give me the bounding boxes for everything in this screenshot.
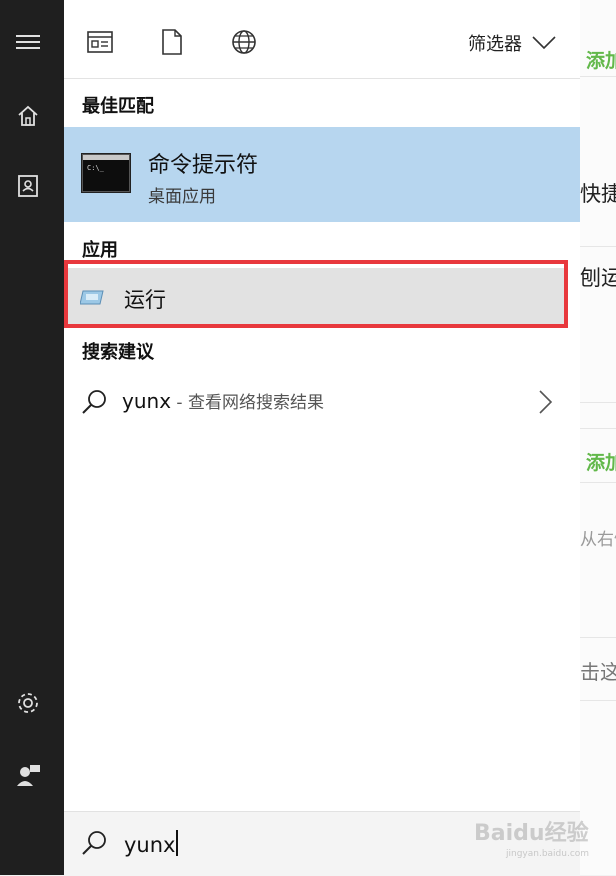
search-icon bbox=[82, 390, 106, 414]
chevron-down-icon bbox=[532, 36, 556, 50]
web-suggestion-text: yunx - 查看网络搜索结果 bbox=[122, 388, 324, 413]
suggestion-query: yunx bbox=[122, 389, 172, 413]
search-icon bbox=[82, 831, 106, 855]
home-icon[interactable] bbox=[14, 102, 42, 130]
hamburger-menu-icon[interactable] bbox=[14, 28, 42, 56]
bg-add-text-2: 添加 bbox=[586, 452, 616, 474]
app-item-run[interactable]: 运行 bbox=[64, 268, 566, 328]
bg-add-text-1: 添加 bbox=[586, 50, 616, 72]
web-icon[interactable] bbox=[230, 28, 258, 56]
chevron-right-icon[interactable] bbox=[538, 389, 554, 415]
documents-icon[interactable] bbox=[86, 28, 114, 56]
bg-text-shortcut: 快捷 bbox=[580, 182, 616, 206]
watermark-sub: jingyan.baidu.com bbox=[506, 849, 590, 859]
results-toolbar: 筛选器 bbox=[64, 0, 580, 79]
section-suggestions: 搜索建议 bbox=[82, 342, 154, 363]
file-icon[interactable] bbox=[158, 28, 186, 56]
suggestion-hint: - 查看网络搜索结果 bbox=[171, 393, 324, 413]
run-dialog-icon bbox=[80, 290, 104, 305]
text-caret bbox=[176, 830, 179, 856]
web-suggestion-item[interactable]: yunx - 查看网络搜索结果 bbox=[64, 373, 580, 431]
best-match-command-prompt[interactable]: C:\_ 命令提示符 桌面应用 bbox=[64, 127, 580, 222]
bg-text-from-right: 从右侧 bbox=[580, 530, 616, 550]
command-prompt-icon: C:\_ bbox=[82, 154, 130, 192]
filter-label: 筛选器 bbox=[468, 34, 522, 55]
best-match-title: 命令提示符 bbox=[148, 153, 259, 178]
background-page: 添加 快捷 刨运 添加 从右侧 击这 bbox=[580, 0, 616, 875]
search-results-panel: 筛选器 最佳匹配 C:\_ 命令提示符 桌面应用 应用 运行 搜索建议 yunx… bbox=[64, 0, 580, 876]
section-best-match: 最佳匹配 bbox=[82, 96, 154, 117]
feedback-user-icon[interactable] bbox=[14, 761, 42, 789]
search-input-value: yunx bbox=[124, 833, 176, 857]
best-match-subtitle: 桌面应用 bbox=[148, 187, 216, 207]
baidu-watermark: Baidu经验 jingyan.baidu.com bbox=[474, 815, 616, 865]
app-item-run-label: 运行 bbox=[124, 288, 166, 312]
bg-text-run: 刨运 bbox=[580, 266, 616, 290]
watermark-text: Baidu经验 bbox=[474, 821, 589, 846]
start-rail bbox=[0, 0, 64, 875]
notebook-icon[interactable] bbox=[14, 172, 42, 200]
filter-dropdown[interactable]: 筛选器 bbox=[468, 30, 556, 56]
settings-gear-icon[interactable] bbox=[14, 689, 42, 717]
bg-text-click: 击这 bbox=[580, 660, 616, 684]
section-apps: 应用 bbox=[82, 240, 118, 261]
search-input[interactable]: yunx bbox=[124, 830, 179, 857]
